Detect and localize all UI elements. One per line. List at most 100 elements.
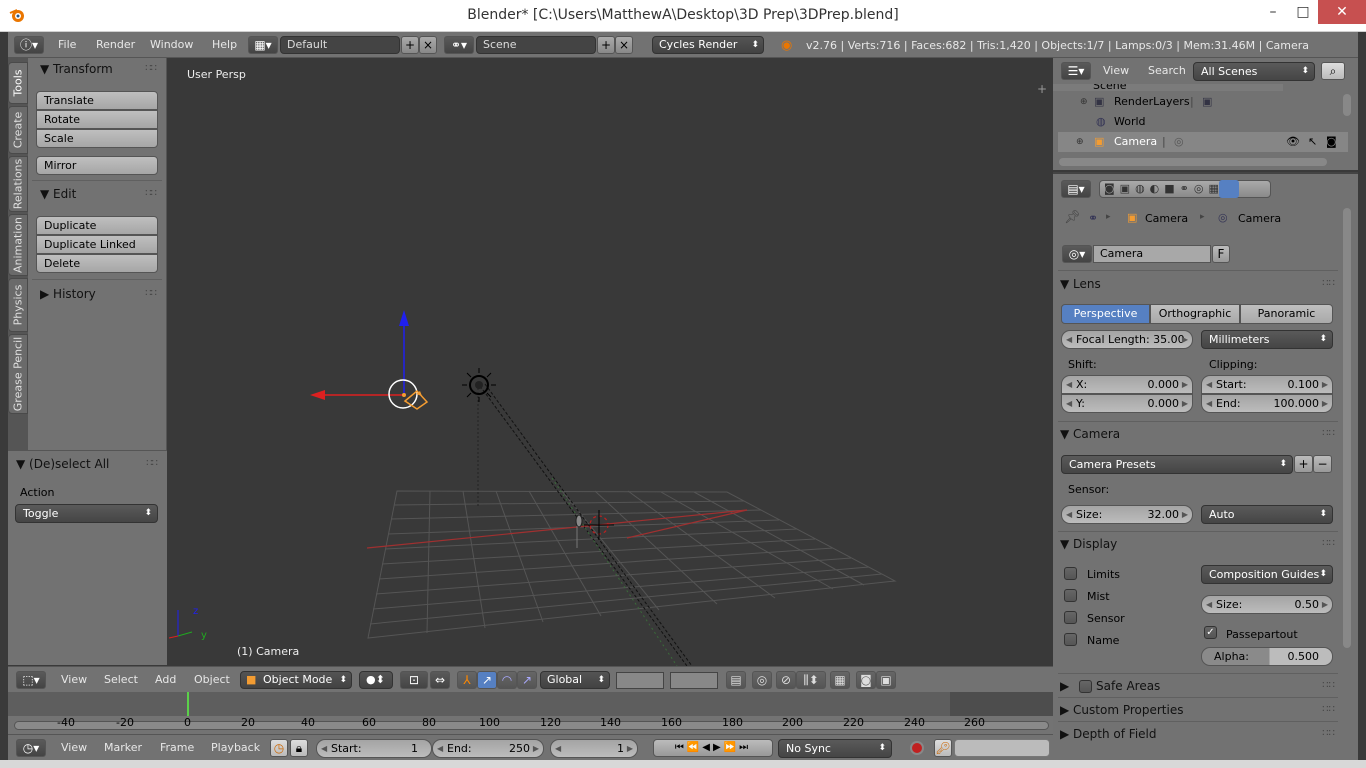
tab-tools[interactable]: Tools [8,62,28,104]
drag-handle-icon[interactable]: ∷∷ [145,283,157,305]
safe-areas-panel-header[interactable]: ▶ Safe Areas ∷∷ [1060,675,1335,697]
drag-handle-icon[interactable]: ∷∷ [145,183,157,205]
datablock-name-field[interactable]: Camera [1093,245,1211,263]
history-panel-header[interactable]: ▶ History ∷∷ [28,283,166,305]
outliner-menu-view[interactable]: View [1103,64,1129,77]
current-frame-field[interactable]: ◀ 1 ▶ [550,739,638,758]
playback-controls[interactable]: ⏮⏪◀▶⏩⏭ [653,739,773,757]
orientation-dropdown[interactable]: Global ⬍ [540,671,610,689]
drag-handle-icon[interactable]: ∷∷ [146,453,158,475]
datablock-browse-icon[interactable]: ◎▾ [1062,245,1092,263]
camera-object[interactable] [402,389,429,410]
outliner-row-renderlayers[interactable]: ⊕ ▣ RenderLayers | ▣ [1058,92,1348,112]
outliner-menu-search[interactable]: Search [1148,64,1186,77]
properties-editor-icon[interactable]: ▤▾ [1061,180,1091,198]
passepartout-checkbox[interactable]: ✓ [1204,626,1217,639]
custom-properties-panel-header[interactable]: ▶ Custom Properties ∷∷ [1060,699,1335,721]
lens-panel-header[interactable]: ▼ Lens ∷∷ [1060,273,1335,295]
sun-lamp[interactable] [462,368,496,402]
menu-select[interactable]: Select [104,673,138,686]
manipulator-toggle-icon[interactable]: ⇔ [430,671,450,689]
lock-range-icon[interactable]: 🔒︎ [290,739,308,757]
viewport-scene[interactable]: z y [167,58,1053,666]
render-animation-icon[interactable]: ▣ [876,671,896,689]
timeline-menu-playback[interactable]: Playback [211,741,260,754]
clip-start-field[interactable]: ◀ Start: 0.100 ▶ [1201,375,1333,394]
translate-button[interactable]: Translate [36,91,158,110]
renderable-camera-icon[interactable]: ◙ [1326,132,1337,152]
properties-vscroll[interactable] [1343,208,1351,648]
drag-handle-icon[interactable]: ∷∷ [1322,699,1335,721]
tab-create[interactable]: Create [8,106,28,154]
scene-name-field[interactable]: Scene [476,36,596,54]
drag-handle-icon[interactable]: ∷∷ [1322,533,1335,555]
timeline-menu-marker[interactable]: Marker [104,741,142,754]
render-still-icon[interactable]: ◙ [856,671,876,689]
search-icon[interactable]: ⌕ [1321,62,1345,80]
safe-areas-checkbox[interactable] [1079,680,1093,693]
layout-name-field[interactable]: Default [280,36,400,54]
tab-animation[interactable]: Animation [8,214,28,276]
menu-view[interactable]: View [61,673,87,686]
depth-of-field-panel-header[interactable]: ▶ Depth of Field ∷∷ [1060,723,1335,745]
snap-element-icon[interactable]: ⫼⬍ [796,671,826,689]
record-button[interactable] [910,741,924,755]
close-button[interactable]: ✕ [1318,0,1366,24]
menu-add[interactable]: Add [155,673,176,686]
properties-context-tabs[interactable]: ◙▣◍◐■⚭◎▦✎ [1099,180,1271,198]
maximize-button[interactable]: □ [1288,0,1318,24]
drag-handle-icon[interactable]: ∷∷ [1322,675,1335,697]
delete-button[interactable]: Delete [36,254,158,273]
start-frame-field[interactable]: ◀ Start: 1 [316,739,432,758]
outliner-display-dropdown[interactable]: All Scenes ⬍ [1193,62,1315,81]
scale-manipulator-icon[interactable]: ↗ [517,671,537,689]
tab-camera-data-active[interactable] [1219,180,1239,198]
keying-set-field[interactable] [954,739,1050,757]
name-checkbox[interactable] [1064,633,1077,646]
lens-type-orthographic[interactable]: Orthographic [1150,304,1240,324]
timeline-editor-icon[interactable]: ◷▾ [16,739,46,757]
preview-range-icon[interactable]: ◷ [270,739,288,757]
timeline-menu-view[interactable]: View [61,741,87,754]
rotate-manipulator-icon[interactable]: ◠ [497,671,517,689]
shift-x-field[interactable]: ◀ X: 0.000 ▶ [1061,375,1193,394]
shading-dropdown[interactable]: ●⬍ [359,671,393,689]
end-frame-field[interactable]: ◀ End: 250 ▶ [432,739,544,758]
edit-panel-header[interactable]: ▼ Edit ∷∷ [28,183,166,205]
tab-grease-pencil[interactable]: Grease Pencil [8,334,28,414]
layer-buttons-2[interactable] [670,672,718,689]
focal-length-field[interactable]: ◀ Focal Length: 35.00 ▶ [1061,330,1193,349]
clip-end-field[interactable]: ◀ End: 100.000 ▶ [1201,394,1333,413]
remove-scene-button[interactable]: × [615,36,633,54]
tab-physics[interactable]: Physics [8,278,28,332]
sensor-checkbox[interactable] [1064,611,1077,624]
visibility-eye-icon[interactable]: 👁︎ [1286,132,1300,152]
limits-checkbox[interactable] [1064,567,1077,580]
point-lamp[interactable] [575,514,583,548]
mode-dropdown[interactable]: ■ Object Mode ⬍ [240,671,352,689]
3d-viewport[interactable]: z y + [167,58,1053,666]
mirror-button[interactable]: Mirror [36,156,158,175]
add-layout-button[interactable]: + [401,36,419,54]
drag-handle-icon[interactable]: ∷∷ [1322,273,1335,295]
rotate-button[interactable]: Rotate [36,110,158,129]
camera-presets-dropdown[interactable]: Camera Presets ⬍ [1061,455,1293,474]
keying-set-icon[interactable]: 🔑︎ [934,739,952,757]
render-engine-dropdown[interactable]: Cycles Render ⬍ [652,36,764,54]
snap-toggle-icon[interactable]: ⊘ [776,671,796,689]
translate-manipulator-icon[interactable]: ⅄ [457,671,477,689]
expand-icon[interactable]: ⊕ [1076,132,1084,152]
alpha-slider[interactable]: Alpha: 0.500 [1201,647,1333,666]
pivot-icon[interactable]: ⊡ [400,671,428,689]
display-size-field[interactable]: ◀ Size: 0.50 ▶ [1201,595,1333,614]
drag-handle-icon[interactable]: ∷∷ [1322,423,1335,445]
active-manipulator-icon[interactable]: ↗ [477,671,497,689]
editor-type-icon[interactable]: ⬚▾ [16,671,46,689]
duplicate-button[interactable]: Duplicate [36,216,158,235]
display-panel-header[interactable]: ▼ Display ∷∷ [1060,533,1335,555]
remove-layout-button[interactable]: × [419,36,437,54]
lens-type-perspective[interactable]: Perspective [1061,304,1150,324]
snap-target-icon[interactable]: ▦ [830,671,850,689]
outliner-row-world[interactable]: ◍ World [1058,112,1348,132]
sensor-fit-dropdown[interactable]: Auto ⬍ [1201,505,1333,524]
